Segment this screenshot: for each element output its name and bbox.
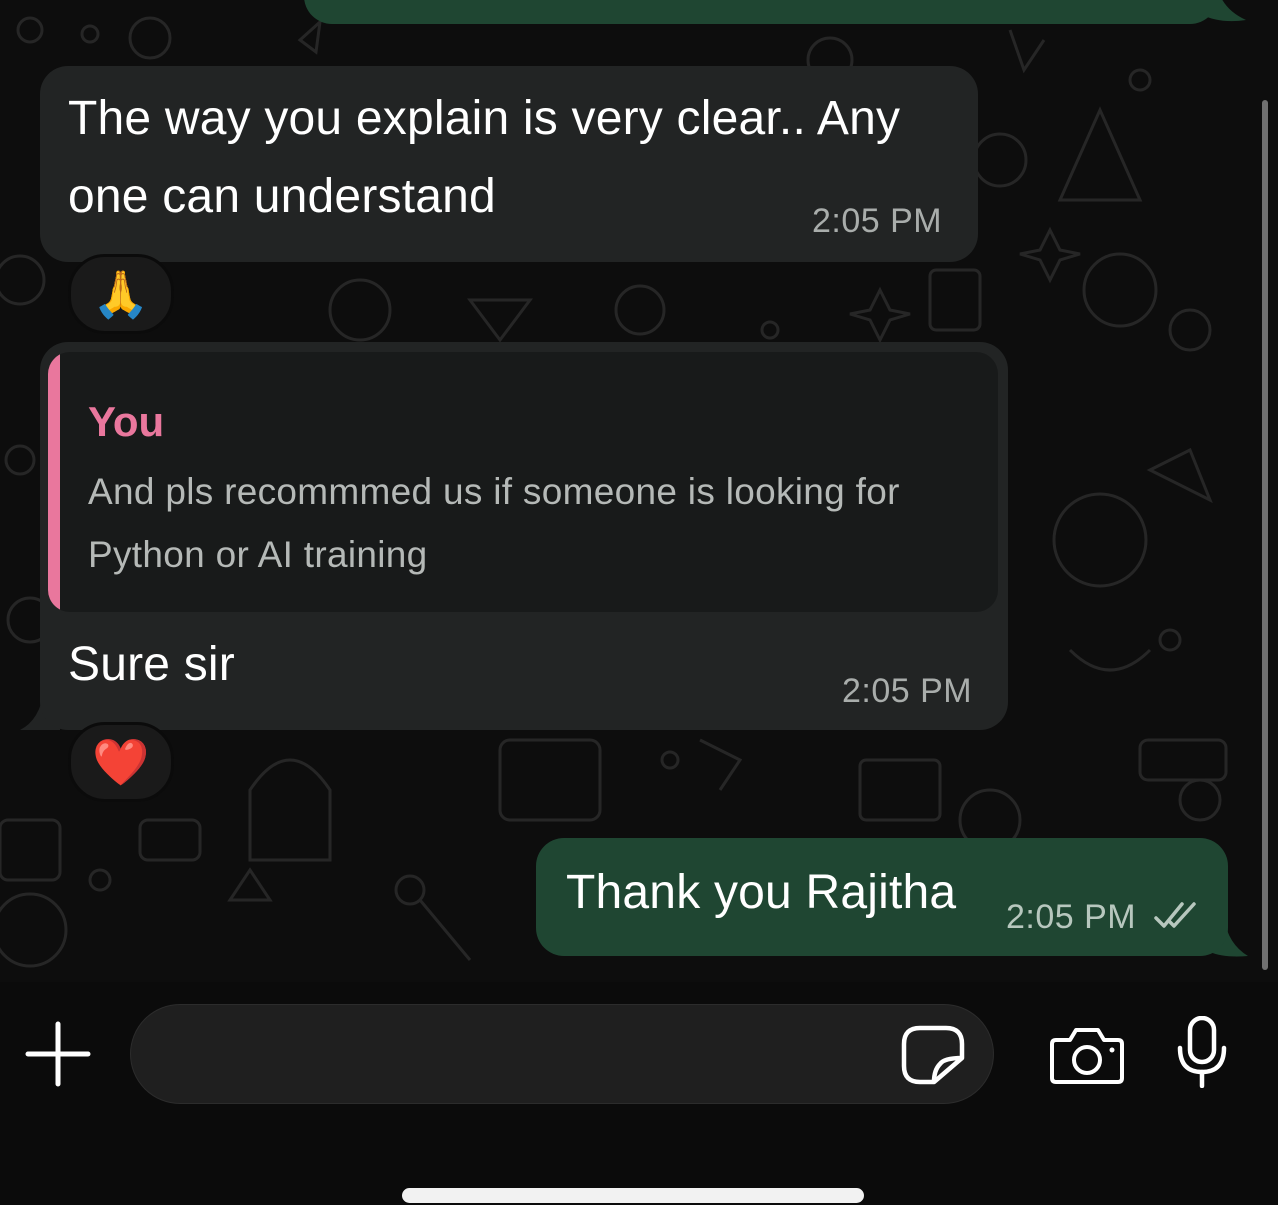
scrollbar[interactable] bbox=[1262, 100, 1268, 970]
quote-line: And pls recommmed us if someone is looki… bbox=[88, 471, 900, 512]
quoted-message[interactable]: You And pls recommmed us if someone is l… bbox=[48, 352, 998, 612]
quote-accent-bar bbox=[48, 352, 60, 612]
plus-icon[interactable] bbox=[24, 1020, 92, 1088]
quote-text: And pls recommmed us if someone is looki… bbox=[88, 460, 988, 586]
message-input[interactable] bbox=[130, 1004, 994, 1104]
outgoing-message-bubble[interactable]: Thank you Rajitha 2:05 PM bbox=[536, 838, 1228, 956]
camera-icon[interactable] bbox=[1050, 1026, 1124, 1084]
message-line: The way you explain is very clear.. Any bbox=[68, 92, 901, 145]
home-indicator[interactable] bbox=[402, 1188, 864, 1203]
quote-author: You bbox=[88, 398, 165, 445]
message-text: Thank you Rajitha bbox=[566, 866, 957, 919]
message-reaction[interactable]: 🙏 bbox=[68, 254, 174, 334]
message-time: 2:05 PM bbox=[842, 672, 973, 710]
chat-area[interactable]: The way you explain is very clear.. Any … bbox=[0, 0, 1278, 982]
bubble-tail bbox=[1200, 0, 1246, 22]
double-check-icon bbox=[1154, 902, 1196, 928]
previous-outgoing-bubble[interactable] bbox=[304, 0, 1218, 24]
message-time: 2:05 PM bbox=[1006, 898, 1137, 936]
quote-line: Python or AI training bbox=[88, 534, 428, 575]
sticker-icon[interactable] bbox=[900, 1024, 966, 1086]
message-text: Sure sir bbox=[68, 638, 235, 691]
incoming-message-bubble[interactable]: The way you explain is very clear.. Any … bbox=[40, 66, 978, 262]
message-reaction[interactable]: ❤️ bbox=[68, 722, 174, 802]
message-time: 2:05 PM bbox=[812, 202, 943, 240]
incoming-reply-bubble[interactable]: You And pls recommmed us if someone is l… bbox=[40, 342, 1008, 730]
microphone-icon[interactable] bbox=[1174, 1016, 1230, 1088]
